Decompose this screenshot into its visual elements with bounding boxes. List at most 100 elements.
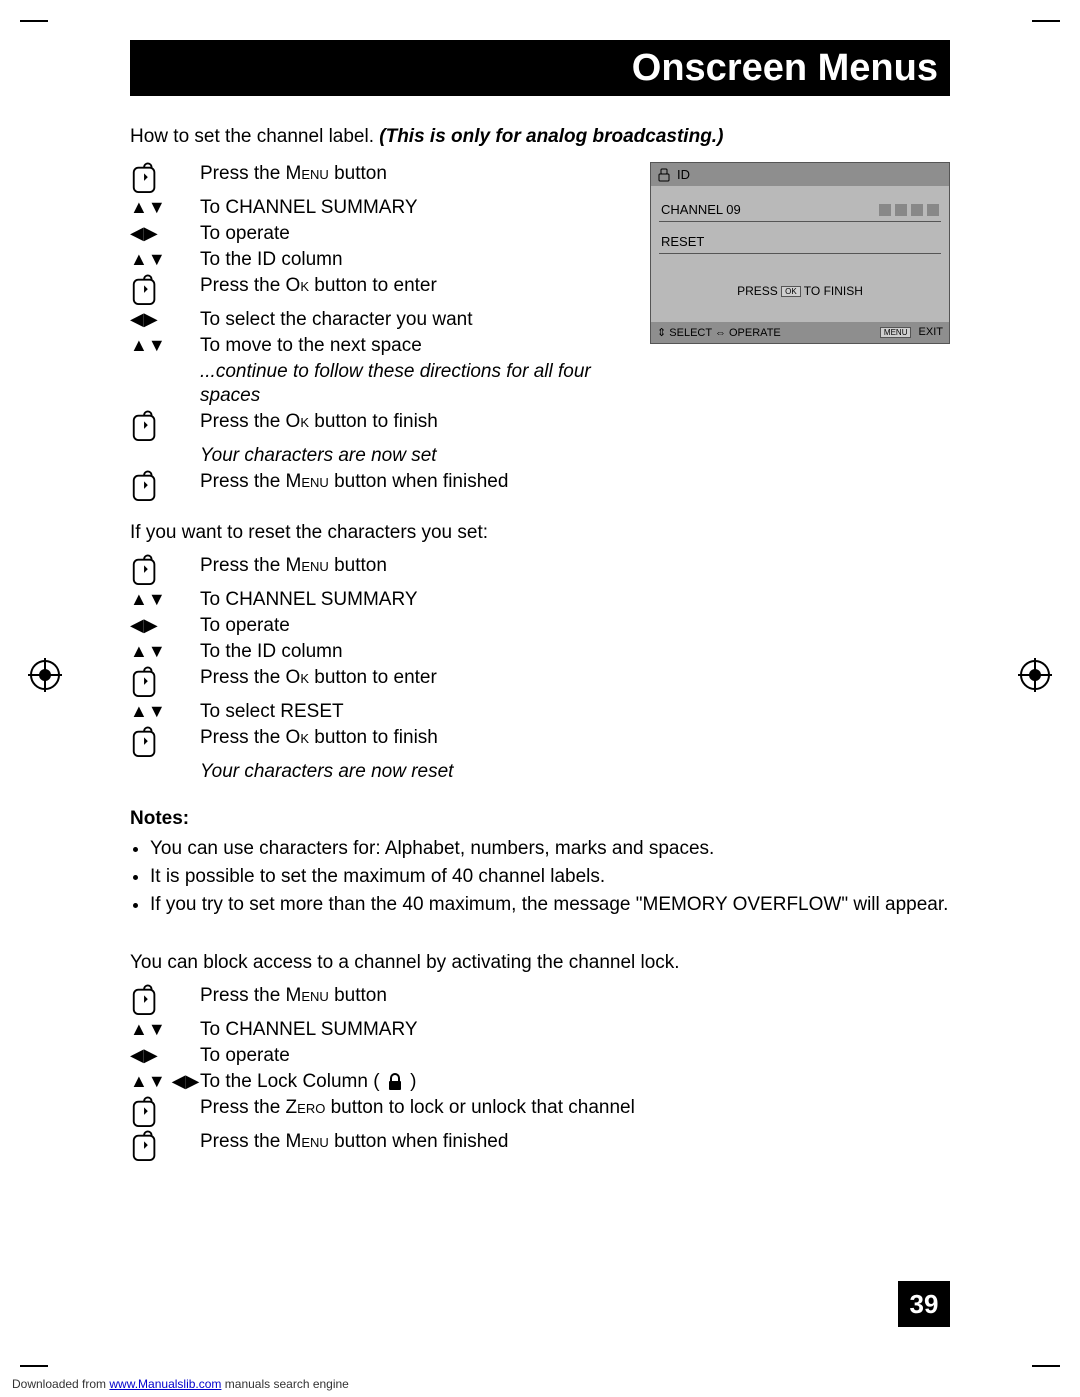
- step-row: Press the Menu button: [130, 162, 634, 194]
- step-icon: ▲▼: [130, 248, 200, 270]
- leftright-icon: ◀▶: [130, 308, 158, 330]
- steps-list-2: Press the Menu button ▲▼ To CHANNEL SUMMAR…: [130, 554, 950, 784]
- osd-hint: PRESS OK TO FINISH: [659, 262, 941, 316]
- steps-list-3: Press the Menu button▲▼To CHANNEL SUMMAR…: [130, 984, 950, 1162]
- step-icon: ◀▶: [130, 222, 200, 244]
- leftright-icon: ◀▶: [130, 1044, 158, 1066]
- step-text: Press the Menu button: [200, 554, 950, 578]
- step-icon: ◀▶: [130, 614, 200, 636]
- id-icon: [657, 168, 671, 182]
- crop-mark: [1032, 20, 1060, 22]
- step-icon: [130, 726, 200, 758]
- updown-icon: ▲▼: [130, 248, 166, 270]
- footer-link[interactable]: www.Manualslib.com: [109, 1377, 221, 1391]
- lock-icon: [387, 1073, 403, 1091]
- step-text: To operate: [200, 1044, 950, 1068]
- step-text: Press the Menu button when finished: [200, 1130, 950, 1154]
- page-number: 39: [898, 1281, 950, 1327]
- remote-icon: [130, 984, 160, 1016]
- updown-icon: ▲▼: [130, 588, 166, 610]
- step-text: Your characters are now reset: [200, 760, 950, 784]
- step-icon: [130, 162, 200, 194]
- step-row: Press the Ok button to finish: [130, 726, 950, 758]
- step-icon: ▲▼ ◀▶: [130, 1070, 200, 1092]
- step-row: ▲▼To CHANNEL SUMMARY: [130, 1018, 950, 1042]
- step-text: ...continue to follow these directions f…: [200, 360, 634, 408]
- step-row: ▲▼To CHANNEL SUMMARY: [130, 196, 634, 220]
- osd-title: ID: [651, 163, 949, 186]
- step-row: Press the Menu button when finished: [130, 1130, 950, 1162]
- step-text: To operate: [200, 222, 634, 246]
- remote-icon: [130, 666, 160, 698]
- step-icon: ◀▶: [130, 308, 200, 330]
- step-icon: [130, 554, 200, 586]
- remote-icon: [130, 162, 160, 194]
- page: Onscreen Menus How to set the channel la…: [0, 0, 1080, 1397]
- page-title: Onscreen Menus: [632, 47, 938, 90]
- step-row: ▲▼ To select RESET: [130, 700, 950, 724]
- step-icon: [130, 984, 200, 1016]
- note-item: You can use characters for: Alphabet, nu…: [150, 836, 950, 862]
- footer: Downloaded from www.Manualslib.com manua…: [12, 1377, 349, 1391]
- step-icon: [130, 470, 200, 502]
- osd-panel: ID CHANNEL 09 RESET PRESS: [650, 162, 950, 344]
- step-text: Press the Ok button to enter: [200, 666, 950, 690]
- remote-icon: [130, 1096, 160, 1128]
- step-row: ◀▶ To operate: [130, 614, 950, 638]
- step-icon: ▲▼: [130, 700, 200, 722]
- step-row: ◀▶ To select the character you want: [130, 308, 634, 332]
- step-row: ...continue to follow these directions f…: [130, 360, 634, 408]
- updown-icon: ⇕: [657, 327, 666, 339]
- step-row: ▲▼ To move to the next space: [130, 334, 634, 358]
- step-row: Press the Ok button to enter: [130, 666, 950, 698]
- updown-icon: ▲▼: [130, 196, 166, 218]
- step-text: Press the Menu button when finished: [200, 470, 634, 494]
- step-text: To operate: [200, 614, 950, 638]
- updown-icon: ▲▼: [130, 700, 166, 722]
- osd-reset-row: RESET: [659, 230, 941, 254]
- step-text: To CHANNEL SUMMARY: [200, 1018, 950, 1042]
- step-icon: [130, 1096, 200, 1128]
- step-text: To select the character you want: [200, 308, 634, 332]
- menu-badge: MENU: [880, 327, 912, 338]
- step-text: To select RESET: [200, 700, 950, 724]
- step-text: To move to the next space: [200, 334, 634, 358]
- step-icon: ▲▼: [130, 334, 200, 356]
- crop-mark: [1032, 1365, 1060, 1367]
- osd-footer: ⇕ SELECT ⇔ OPERATE MENU EXIT: [651, 322, 949, 343]
- updown-icon: ▲▼: [130, 334, 166, 356]
- step-text: To CHANNEL SUMMARY: [200, 588, 950, 612]
- crop-mark: [20, 1365, 48, 1367]
- step-icon: ▲▼: [130, 1018, 200, 1040]
- step-text: Press the Ok button to enter: [200, 274, 634, 298]
- remote-icon: [130, 470, 160, 502]
- step-icon: [130, 1130, 200, 1162]
- leftright-icon: ⇔: [715, 327, 726, 339]
- step-text: To the ID column: [200, 640, 950, 664]
- step-icon: ▲▼: [130, 640, 200, 662]
- step-row: Press the Zero button to lock or unlock …: [130, 1096, 950, 1128]
- register-mark: [1020, 660, 1050, 690]
- step-row: ▲▼ ◀▶To the Lock Column ( ): [130, 1070, 950, 1094]
- step-row: Press the Ok button to enter: [130, 274, 634, 306]
- step-icon: ▲▼: [130, 588, 200, 610]
- lock-subhead: You can block access to a channel by act…: [130, 952, 950, 974]
- remote-icon: [130, 554, 160, 586]
- step-row: ▲▼ To the ID column: [130, 640, 950, 664]
- step-text: Your characters are now set: [200, 444, 634, 468]
- step-text: Press the Menu button: [200, 984, 950, 1008]
- char-slots: [879, 204, 939, 216]
- step-text: Press the Ok button to finish: [200, 726, 950, 750]
- set-label-section: Press the Menu button▲▼To CHANNEL SUMMAR…: [130, 160, 950, 504]
- step-text: Press the Ok button to finish: [200, 410, 634, 434]
- notes-heading: Notes:: [130, 808, 950, 830]
- step-row: Press the Menu button: [130, 984, 950, 1016]
- step-icon: [130, 410, 200, 442]
- step-icon: ▲▼: [130, 196, 200, 218]
- leftright-icon: ◀▶: [130, 222, 158, 244]
- notes-list: You can use characters for: Alphabet, nu…: [130, 836, 950, 918]
- leftright-icon: ◀▶: [130, 614, 158, 636]
- step-icon: ◀▶: [130, 1044, 200, 1066]
- updown-icon: ▲▼: [130, 640, 166, 662]
- register-mark: [30, 660, 60, 690]
